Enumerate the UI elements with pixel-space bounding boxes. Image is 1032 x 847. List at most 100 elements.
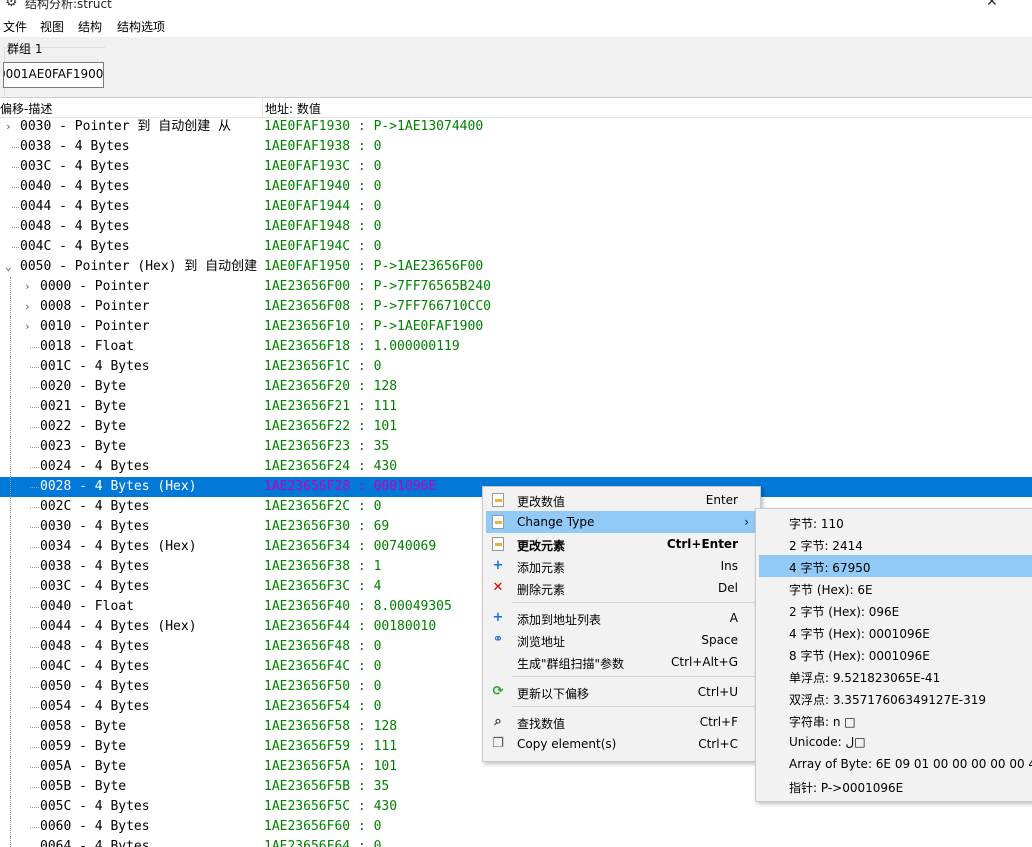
type-option[interactable]: 字节: 110 <box>759 511 1032 533</box>
table-row[interactable]: 0044 - 4 Bytes 1AE0FAF1944 : 0 <box>0 197 1032 217</box>
tree-guide-line <box>10 637 11 657</box>
row-address-value: 1AE0FAF193C : 0 <box>264 159 382 174</box>
tree-guide-line <box>10 357 11 377</box>
context-menu-item[interactable]: 更改数值 Enter <box>486 489 757 511</box>
table-row[interactable]: 0038 - 4 Bytes 1AE0FAF1938 : 0 <box>0 137 1032 157</box>
type-option[interactable]: Array of Byte: 6E 09 01 00 00 00 00 00 4… <box>759 753 1032 775</box>
context-menu-item[interactable]: Change Type › <box>486 511 757 533</box>
table-row[interactable]: 0064 - 4 Bytes 1AE23656F64 : 0 <box>0 837 1032 847</box>
table-row[interactable]: 004C - 4 Bytes 1AE0FAF194C : 0 <box>0 237 1032 257</box>
table-row[interactable]: › 0010 - Pointer 1AE23656F10 : P->1AE0FAF1… <box>0 317 1032 337</box>
menu-structure[interactable]: 结构 <box>78 18 102 35</box>
row-description: 0023 - Byte <box>40 439 127 454</box>
group-panel: 群组 1 <box>0 37 1032 98</box>
row-description: 0040 - Float <box>40 599 134 614</box>
table-row[interactable]: 0060 - 4 Bytes 1AE23656F60 : 0 <box>0 817 1032 837</box>
table-row[interactable]: 001C - 4 Bytes 1AE23656F1C : 0 <box>0 357 1032 377</box>
close-icon[interactable]: ✕ <box>986 0 998 10</box>
context-menu-item[interactable]: ⚭ 浏览地址 Space <box>486 629 757 651</box>
type-option[interactable]: Unicode: ل□ <box>759 731 1032 753</box>
table-row[interactable]: 0040 - 4 Bytes 1AE0FAF1940 : 0 <box>0 177 1032 197</box>
row-address-value: 1AE23656F1C : 0 <box>264 359 382 374</box>
tree-branch-line <box>12 147 19 148</box>
row-description: 0008 - Pointer <box>40 299 150 314</box>
menu-file[interactable]: 文件 <box>3 18 27 35</box>
expand-arrow-icon[interactable]: › <box>24 317 31 337</box>
base-address-input[interactable] <box>4 63 103 85</box>
row-address-value: 1AE0FAF1938 : 0 <box>264 139 382 154</box>
context-menu-item[interactable]: + 添加元素 Ins <box>486 555 757 577</box>
menu-structure-options[interactable]: 结构选项 <box>117 18 165 35</box>
type-option[interactable]: 单浮点: 9.521823065E-41 <box>759 665 1032 687</box>
type-option[interactable]: 8 字节 (Hex): 0001096E <box>759 643 1032 665</box>
row-description: 0021 - Byte <box>40 399 127 414</box>
collapse-arrow-icon[interactable]: ⌄ <box>5 257 12 277</box>
row-description: 004C - 4 Bytes <box>40 659 150 674</box>
context-menu-item[interactable]: ❐ Copy element(s) Ctrl+C <box>486 733 757 755</box>
expand-arrow-icon[interactable]: › <box>24 277 31 297</box>
menu-view[interactable]: 视图 <box>40 18 64 35</box>
table-row[interactable]: 0023 - Byte 1AE23656F23 : 35 <box>0 437 1032 457</box>
table-row[interactable]: › 0000 - Pointer 1AE23656F00 : P->7FF76565… <box>0 277 1032 297</box>
table-row[interactable]: 0020 - Byte 1AE23656F20 : 128 <box>0 377 1032 397</box>
context-menu-item[interactable]: ⌕ 查找数值 Ctrl+F <box>486 711 757 733</box>
type-option[interactable]: 2 字节: 2414 <box>759 533 1032 555</box>
context-menu-label: 生成"群组扫描"参数 <box>517 657 625 671</box>
type-option[interactable]: 指针: P->0001096E <box>759 775 1032 797</box>
table-row[interactable]: 0024 - 4 Bytes 1AE23656F24 : 430 <box>0 457 1032 477</box>
table-row[interactable]: 0022 - Byte 1AE23656F22 : 101 <box>0 417 1032 437</box>
table-row[interactable]: ⌄ 0050 - Pointer (Hex) 到 自动创建 1AE0FAF1950 … <box>0 257 1032 277</box>
tree-guide-line <box>10 317 11 337</box>
tree-branch-line <box>30 467 39 468</box>
table-row[interactable]: 003C - 4 Bytes 1AE0FAF193C : 0 <box>0 157 1032 177</box>
type-option[interactable]: 2 字节 (Hex): 096E <box>759 599 1032 621</box>
tree-guide-line <box>10 577 11 597</box>
row-description: 005C - 4 Bytes <box>40 799 150 814</box>
context-menu-item[interactable]: 生成"群组扫描"参数 Ctrl+Alt+G <box>486 651 757 673</box>
tree-branch-line <box>30 527 39 528</box>
type-option[interactable]: 双浮点: 3.35717606349127E-319 <box>759 687 1032 709</box>
type-option[interactable]: 4 字节 (Hex): 0001096E <box>759 621 1032 643</box>
row-description: 003C - 4 Bytes <box>20 159 130 174</box>
type-option-label: Array of Byte: 6E 09 01 00 00 00 00 00 4… <box>789 757 1032 771</box>
type-option[interactable]: 字符串: n □ <box>759 709 1032 731</box>
tree-guide-line <box>10 497 11 517</box>
base-address-field[interactable] <box>3 62 104 88</box>
expand-arrow-icon[interactable]: › <box>24 297 31 317</box>
type-option[interactable]: 4 字节: 67950 <box>759 555 1032 577</box>
table-row[interactable]: 0021 - Byte 1AE23656F21 : 111 <box>0 397 1032 417</box>
row-description: 004C - 4 Bytes <box>20 239 130 254</box>
table-row[interactable]: › 0030 - Pointer 到 自动创建 从 1AE0FAF1930 : P-… <box>0 117 1032 137</box>
row-description: 0030 - Pointer 到 自动创建 从 <box>20 119 232 134</box>
context-menu-item[interactable]: ⟳ 更新以下偏移 Ctrl+U <box>486 681 757 703</box>
table-row[interactable]: › 0008 - Pointer 1AE23656F08 : P->7FF76671… <box>0 297 1032 317</box>
context-menu-shortcut: Enter <box>705 493 738 507</box>
menu-separator <box>512 602 756 603</box>
row-address-value: 1AE23656F58 : 128 <box>264 719 398 734</box>
table-row[interactable]: 0048 - 4 Bytes 1AE0FAF1948 : 0 <box>0 217 1032 237</box>
row-description: 0038 - 4 Bytes <box>40 559 150 574</box>
column-address-value[interactable]: 地址: 数值 <box>265 100 321 117</box>
context-menu-item[interactable]: 更改元素 Ctrl+Enter <box>486 533 757 555</box>
expand-arrow-icon[interactable]: › <box>5 117 12 137</box>
tree-branch-line <box>30 687 39 688</box>
column-separator[interactable] <box>262 98 263 117</box>
tree-branch-line <box>12 247 19 248</box>
row-address-value: 1AE23656F5B : 35 <box>264 779 390 794</box>
row-description: 0048 - 4 Bytes <box>40 639 150 654</box>
tree-guide-line <box>10 777 11 797</box>
row-description: 0030 - 4 Bytes <box>40 519 150 534</box>
column-offset-description[interactable]: 偏移-描述 <box>0 100 52 117</box>
row-description: 0044 - 4 Bytes (Hex) <box>40 619 197 634</box>
row-address-value: 1AE23656F20 : 128 <box>264 379 398 394</box>
context-menu-shortcut: Del <box>718 581 738 595</box>
tree-guide-line <box>10 817 11 837</box>
type-option-label: 2 字节 (Hex): 096E <box>789 605 900 619</box>
context-menu-item[interactable]: + 添加到地址列表 A <box>486 607 757 629</box>
tree-branch-line <box>12 167 19 168</box>
table-row[interactable]: 0018 - Float 1AE23656F18 : 1.000000119 <box>0 337 1032 357</box>
edit-icon <box>490 492 506 508</box>
type-option[interactable]: 字节 (Hex): 6E <box>759 577 1032 599</box>
tree-branch-line <box>30 447 39 448</box>
context-menu-item[interactable]: ✕ 删除元素 Del <box>486 577 757 599</box>
